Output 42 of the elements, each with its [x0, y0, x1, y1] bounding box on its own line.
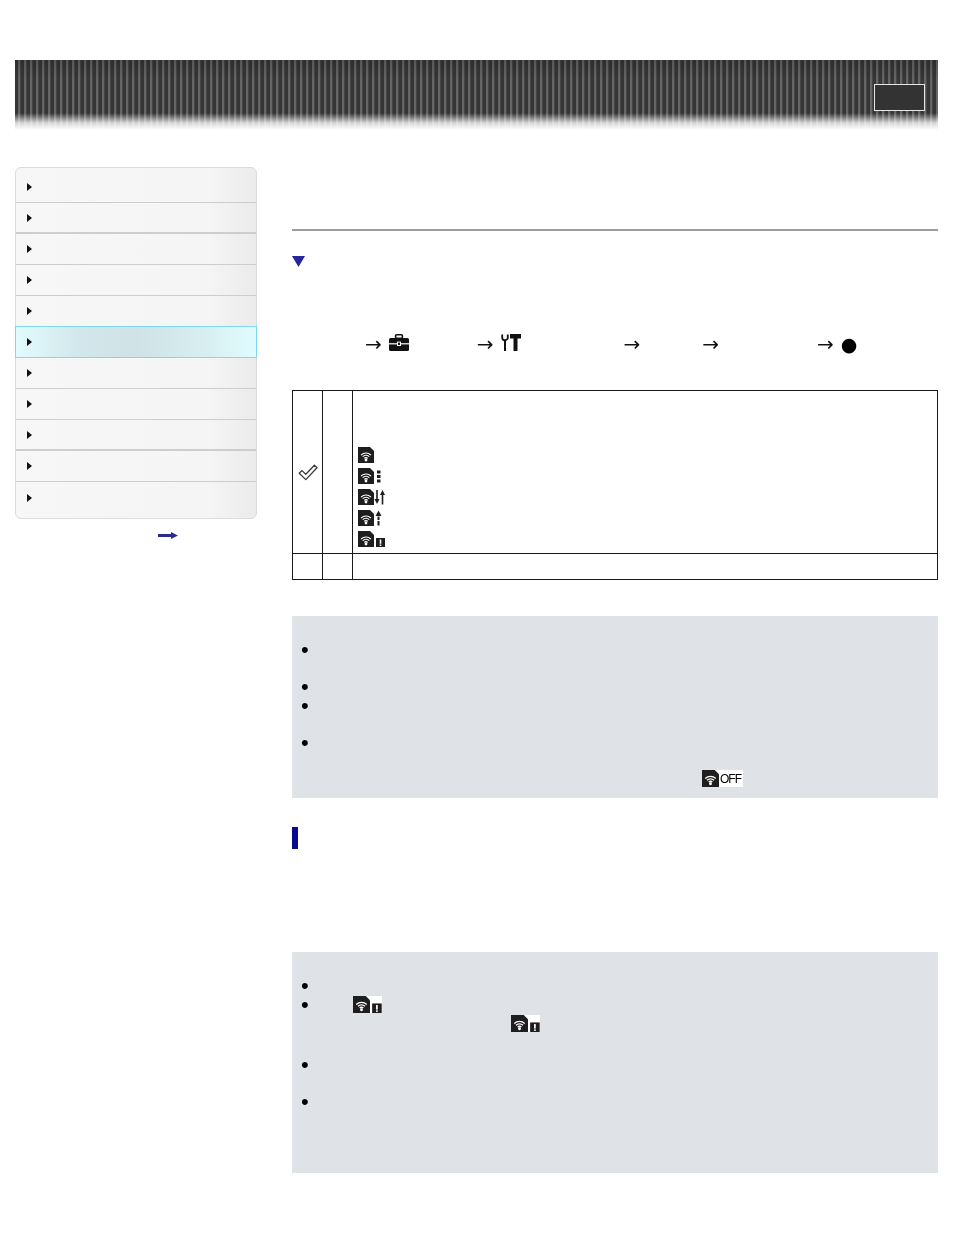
- arrow-symbol: →: [476, 335, 494, 353]
- arrow-symbol: →: [365, 335, 382, 353]
- header-button[interactable]: [874, 84, 925, 111]
- toolbox-icon: [388, 333, 409, 351]
- wifi-card-arrows-icon: [358, 489, 385, 505]
- right-triangle-icon: [27, 338, 32, 346]
- right-triangle-icon: [27, 245, 32, 253]
- wifi-card-dots-icon: [358, 468, 381, 484]
- circle-symbol: ●: [840, 335, 858, 353]
- arrow-symbol: →: [817, 335, 834, 353]
- bullet: •: [301, 678, 310, 697]
- down-triangle-icon: [292, 256, 305, 267]
- right-triangle-icon: [27, 400, 32, 408]
- wifi-card-warning-icon: [511, 1014, 540, 1032]
- wifi-card-up-arrow-icon: [358, 510, 382, 526]
- right-triangle-icon: [27, 430, 32, 439]
- wifi-card-warning-icon: [358, 531, 385, 547]
- right-arrow-icon[interactable]: [158, 532, 178, 539]
- bullet: •: [301, 977, 310, 996]
- wifi-card-icon: [702, 769, 719, 787]
- right-triangle-icon: [27, 183, 32, 191]
- bullet: •: [301, 1055, 310, 1074]
- bullet: •: [301, 641, 310, 660]
- right-triangle-icon: [27, 369, 32, 377]
- wifi-card-icon: [358, 447, 374, 463]
- right-triangle-icon: [27, 493, 32, 502]
- bullet: •: [301, 696, 310, 715]
- right-triangle-icon: [27, 276, 32, 284]
- vertical-bar-icon: [292, 827, 298, 849]
- right-triangle-icon: [27, 462, 32, 470]
- bullet: •: [301, 733, 310, 752]
- wrench-hammer-icon: [500, 333, 521, 351]
- right-triangle-icon: [27, 213, 32, 222]
- bullet: •: [301, 1092, 310, 1111]
- bullet: •: [301, 995, 310, 1014]
- table-cell: [322, 553, 353, 580]
- arrow-symbol: →: [623, 335, 641, 353]
- wifi-card-warning-icon: [353, 995, 382, 1013]
- sidebar-item[interactable]: [15, 326, 257, 358]
- right-triangle-icon: [27, 307, 32, 315]
- off-label: OFF: [719, 769, 743, 787]
- arrow-symbol: →: [702, 335, 720, 353]
